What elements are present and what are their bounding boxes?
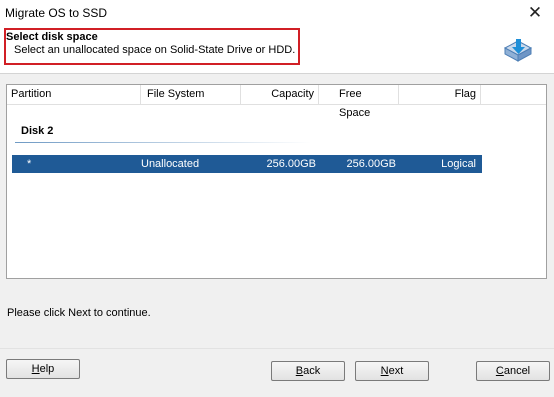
cell-flag: Logical — [441, 158, 476, 170]
status-text: Please click Next to continue. — [7, 307, 151, 319]
partition-table: Partition File System Capacity Free Spac… — [6, 84, 547, 279]
cancel-button-label: Cancel — [495, 365, 531, 377]
header-title: Select disk space — [6, 31, 98, 43]
column-file-system[interactable]: File System — [141, 85, 241, 104]
cell-free-space: 256.00GB — [346, 158, 396, 170]
disk-divider — [15, 142, 311, 143]
close-icon[interactable]: ✕ — [526, 4, 544, 22]
header-subtitle: Select an unallocated space on Solid-Sta… — [14, 44, 296, 56]
next-button[interactable]: Next — [355, 361, 429, 381]
window-title: Migrate OS to SSD — [5, 6, 108, 20]
cell-capacity: 256.00GB — [266, 158, 316, 170]
column-free-space[interactable]: Free Space — [319, 85, 399, 119]
disk-label: Disk 2 — [21, 125, 54, 137]
cell-partition: * — [27, 158, 32, 170]
column-capacity[interactable]: Capacity — [241, 85, 319, 104]
help-button-label: Help — [31, 363, 55, 375]
disk-arrow-icon — [503, 39, 533, 62]
next-button-label: Next — [380, 365, 404, 377]
table-header: Partition File System Capacity Free Spac… — [7, 85, 546, 119]
title-bar: Migrate OS to SSD ✕ — [0, 0, 554, 26]
back-button-label: Back — [295, 365, 321, 377]
cancel-button[interactable]: Cancel — [476, 361, 550, 381]
column-flag[interactable]: Flag — [399, 85, 481, 104]
back-button[interactable]: Back — [271, 361, 345, 381]
help-button[interactable]: Help — [6, 359, 80, 379]
cell-file-system: Unallocated — [141, 158, 200, 170]
wizard-header: Select disk space Select an unallocated … — [0, 26, 554, 74]
footer-divider — [0, 348, 554, 349]
table-row[interactable]: * Unallocated 256.00GB 256.00GB Logical — [12, 155, 482, 173]
column-partition[interactable]: Partition — [7, 85, 141, 104]
